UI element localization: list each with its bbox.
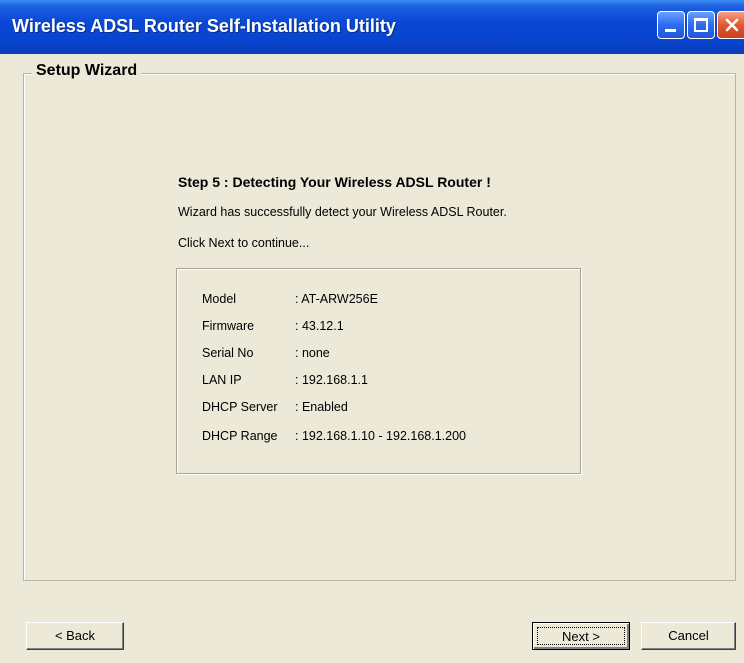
info-value: : 192.168.1.1 — [295, 373, 368, 387]
info-value: : AT-ARW256E — [295, 292, 378, 306]
router-info-panel — [176, 268, 581, 474]
info-label: DHCP Range — [202, 429, 278, 443]
cancel-button[interactable]: Cancel — [641, 622, 736, 650]
info-label: Model — [202, 292, 237, 306]
step-title: Step 5 : Detecting Your Wireless ADSL Ro… — [178, 174, 491, 190]
info-label: Serial No — [202, 346, 254, 360]
group-title: Setup Wizard — [32, 62, 142, 80]
back-button[interactable]: < Back — [26, 622, 124, 650]
close-icon — [725, 18, 739, 32]
maximize-button[interactable] — [687, 11, 715, 39]
maximize-icon — [694, 18, 708, 32]
info-label: DHCP Server — [202, 400, 278, 414]
info-value: : Enabled — [295, 400, 348, 414]
info-label: LAN IP — [202, 373, 242, 387]
info-value: : 192.168.1.10 - 192.168.1.200 — [295, 429, 466, 443]
minimize-button[interactable] — [657, 11, 685, 39]
next-button-label: Next > — [537, 627, 625, 645]
continue-instruction: Click Next to continue... — [178, 236, 310, 250]
info-value: : 43.12.1 — [295, 319, 344, 333]
info-label: Firmware — [202, 319, 255, 333]
window-title: Wireless ADSL Router Self-Installation U… — [12, 16, 396, 36]
success-message: Wizard has successfully detect your Wire… — [178, 205, 507, 219]
minimize-icon — [665, 29, 676, 32]
close-button[interactable] — [717, 11, 744, 39]
next-button[interactable]: Next > — [532, 622, 630, 650]
info-value: : none — [295, 346, 330, 360]
title-bar[interactable]: Wireless ADSL Router Self-Installation U… — [0, 0, 744, 54]
